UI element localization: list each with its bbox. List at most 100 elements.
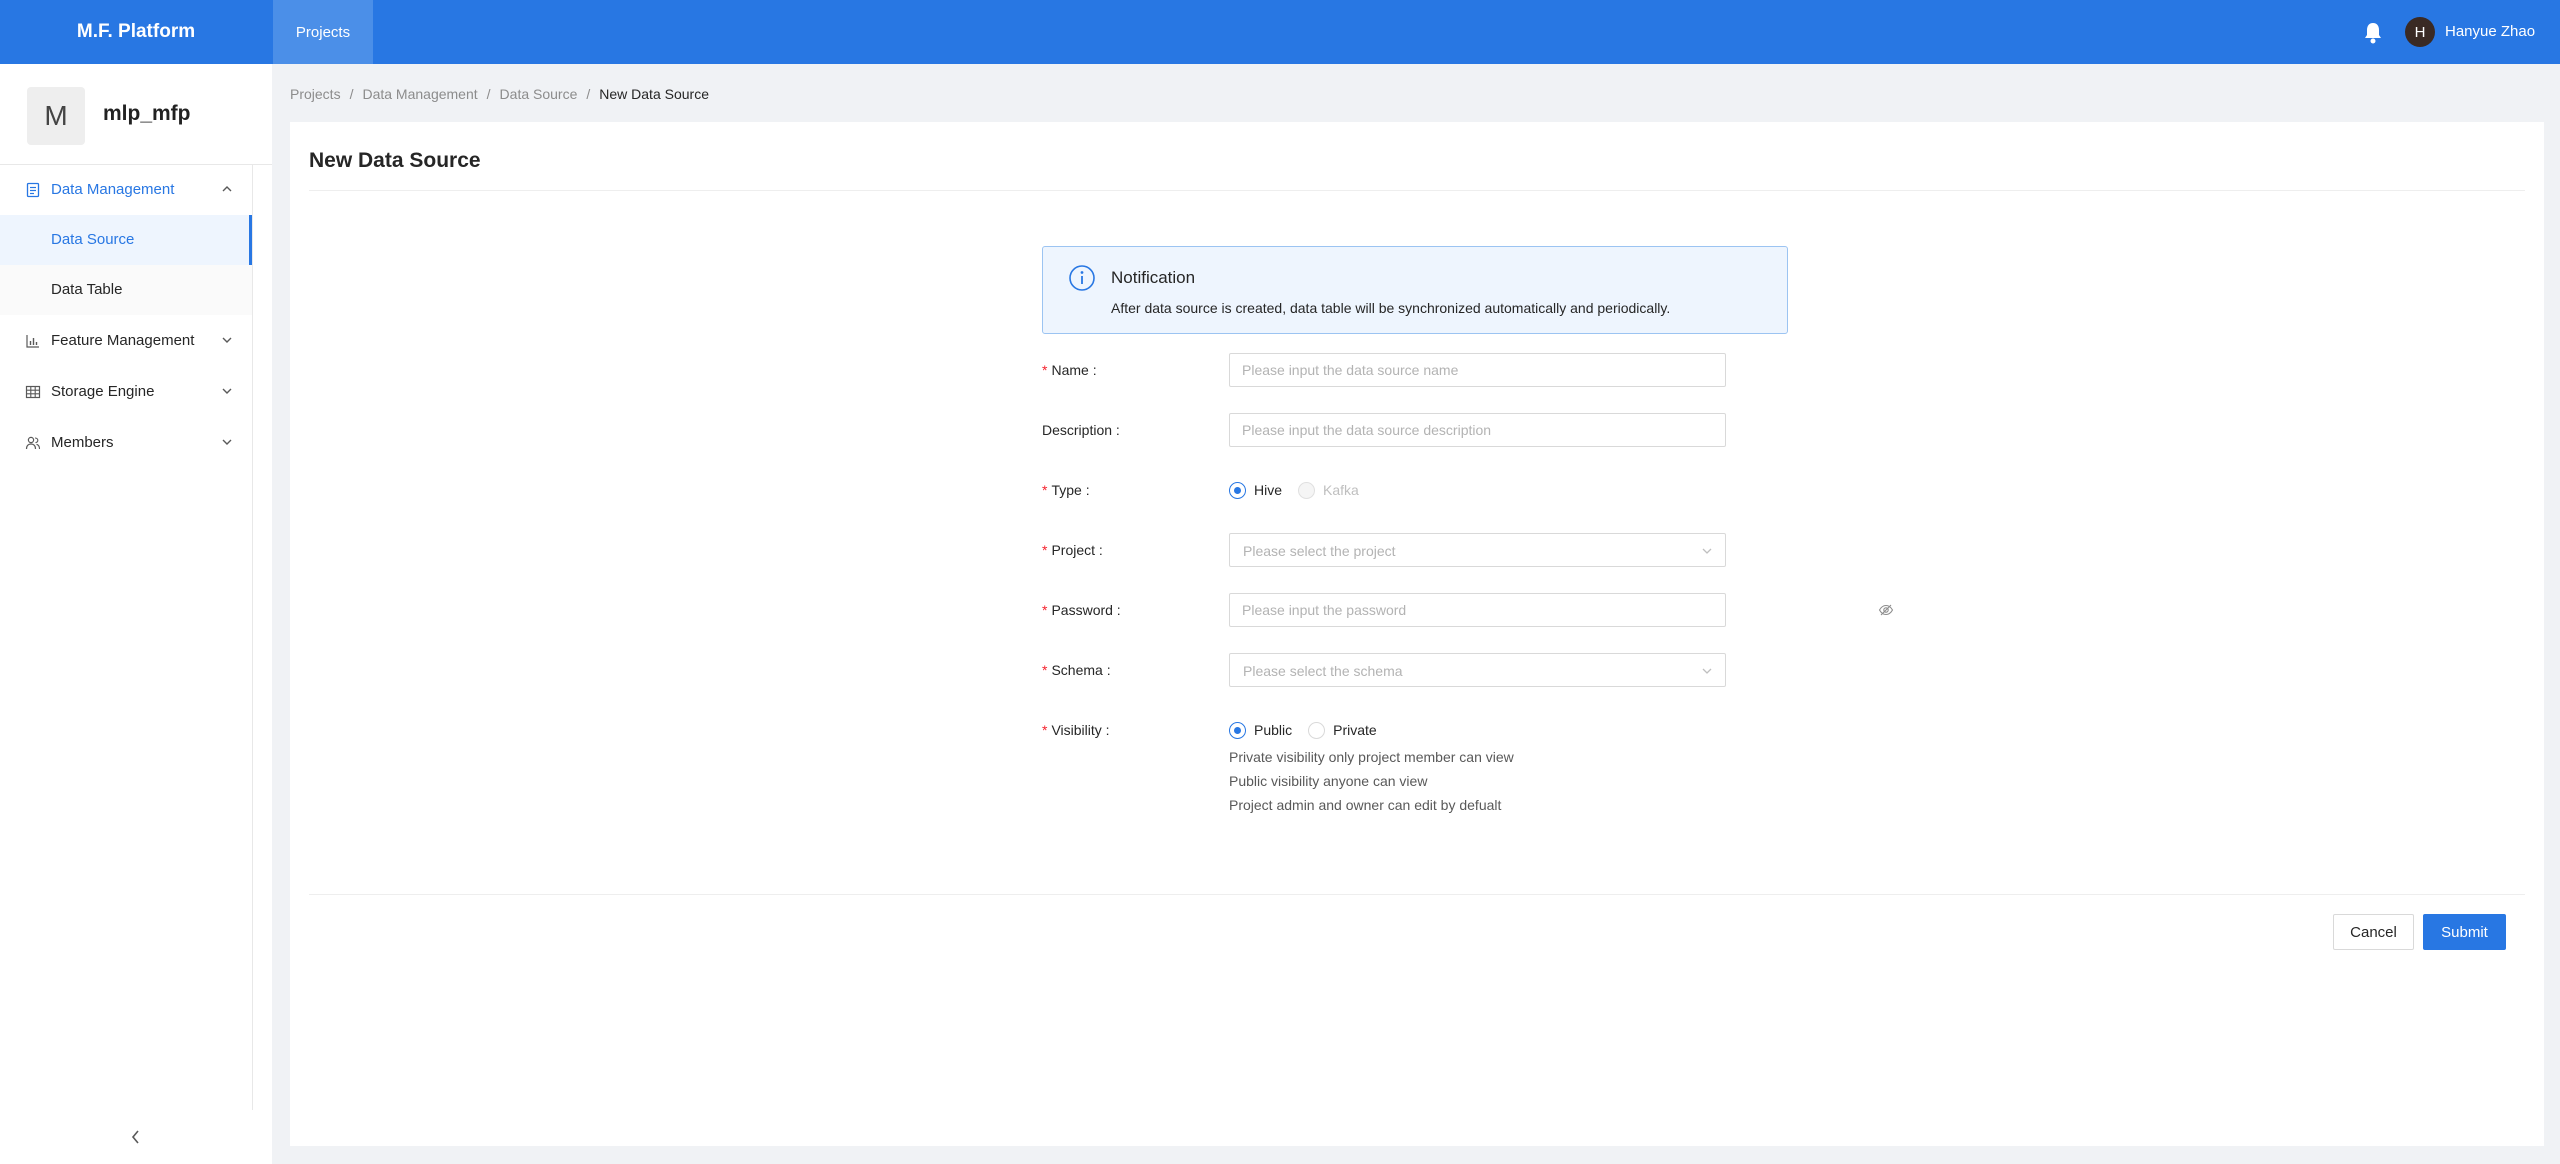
submit-button[interactable]: Submit <box>2423 914 2506 950</box>
sidebar: M mlp_mfp Data Management Data Source Da… <box>0 64 272 1164</box>
radio-dot <box>1229 721 1246 739</box>
visibility-label: * Visibility : <box>1042 721 1110 739</box>
schema-label: * Schema : <box>1042 661 1111 679</box>
chevron-down-icon <box>222 337 232 343</box>
type-label-text: Type : <box>1051 482 1090 498</box>
users-icon <box>25 436 41 450</box>
radio-dot <box>1229 481 1246 499</box>
visibility-help-text: Public visibility anyone can view <box>1229 773 1428 789</box>
main-card: New Data Source Notification After data … <box>290 122 2544 1146</box>
eye-invisible-icon[interactable] <box>1878 602 1894 618</box>
sidebar-item-label: Members <box>51 434 114 451</box>
breadcrumb-projects[interactable]: Projects <box>290 86 341 102</box>
form-row-visibility: * Visibility : Public Private <box>1042 713 1782 747</box>
project-placeholder: Please select the project <box>1243 543 1396 559</box>
breadcrumb-data-management[interactable]: Data Management <box>362 86 477 102</box>
required-mark: * <box>1042 482 1048 498</box>
visibility-radio-private[interactable]: Private <box>1308 721 1377 739</box>
visibility-help-text: Project admin and owner can edit by defu… <box>1229 797 1502 813</box>
type-radio-kafka[interactable]: Kafka <box>1298 481 1359 499</box>
divider <box>309 190 2525 191</box>
sidebar-item-label: Feature Management <box>51 332 195 349</box>
name-label: * Name : <box>1042 361 1097 379</box>
user-name[interactable]: Hanyue Zhao <box>2445 22 2535 42</box>
name-label-text: Name : <box>1051 362 1097 378</box>
radio-label: Private <box>1333 722 1377 738</box>
user-avatar[interactable]: H <box>2405 17 2435 47</box>
schema-label-text: Schema : <box>1051 662 1111 678</box>
sidebar-item-feature-management[interactable]: Feature Management <box>0 316 252 366</box>
collapse-sidebar-icon[interactable] <box>126 1127 146 1147</box>
form-row-password: * Password : <box>1042 593 1894 627</box>
visibility-radio-public[interactable]: Public <box>1229 721 1292 739</box>
project-header: M mlp_mfp <box>0 64 272 165</box>
breadcrumb-separator: / <box>349 86 354 102</box>
required-mark: * <box>1042 662 1048 678</box>
top-bar: M.F. Platform Projects H Hanyue Zhao <box>0 0 2560 64</box>
database-icon <box>26 182 40 198</box>
notification-description: After data source is created, data table… <box>1111 300 1671 316</box>
breadcrumb-data-source[interactable]: Data Source <box>500 86 578 102</box>
project-label-text: Project : <box>1051 542 1103 558</box>
radio-dot <box>1298 481 1316 499</box>
sidebar-item-label: Data Table <box>51 281 123 298</box>
type-label: * Type : <box>1042 481 1090 499</box>
breadcrumb: Projects / Data Management / Data Source / New… <box>290 85 709 103</box>
notification-banner: Notification After data source is create… <box>1042 246 1788 334</box>
sidebar-item-data-source[interactable]: Data Source <box>0 215 252 265</box>
sidebar-item-label: Storage Engine <box>51 383 155 400</box>
visibility-label-text: Visibility : <box>1051 722 1110 738</box>
name-input[interactable] <box>1229 353 1726 387</box>
form-row-name: * Name : <box>1042 353 1782 387</box>
chevron-down-icon <box>1702 548 1712 554</box>
type-radio-hive[interactable]: Hive <box>1229 481 1282 499</box>
sidebar-item-label: Data Source <box>51 231 135 248</box>
nav-projects[interactable]: Projects <box>273 0 373 64</box>
form-row-schema: * Schema : Please select the schema <box>1042 653 1782 687</box>
chevron-down-icon <box>222 439 232 445</box>
notification-title: Notification <box>1111 268 1196 287</box>
brand-logo[interactable]: M.F. Platform <box>0 0 272 64</box>
visibility-help-text: Private visibility only project member c… <box>1229 749 1514 765</box>
schema-placeholder: Please select the schema <box>1243 663 1403 679</box>
table-icon <box>25 385 41 399</box>
project-name: mlp_mfp <box>103 102 191 125</box>
sidebar-item-storage-engine[interactable]: Storage Engine <box>0 367 252 417</box>
project-select[interactable]: Please select the project <box>1229 533 1726 567</box>
radio-label: Kafka <box>1323 482 1359 498</box>
breadcrumb-current: New Data Source <box>599 86 709 102</box>
form-row-project: * Project : Please select the project <box>1042 533 1782 567</box>
chevron-down-icon <box>1702 668 1712 674</box>
sidebar-item-data-management[interactable]: Data Management <box>0 165 252 215</box>
sidebar-item-label: Data Management <box>51 181 175 198</box>
sidebar-divider <box>252 165 253 1110</box>
required-mark: * <box>1042 362 1048 378</box>
radio-label: Public <box>1254 722 1293 738</box>
required-mark: * <box>1042 602 1048 618</box>
radio-label: Hive <box>1254 482 1283 498</box>
password-input[interactable] <box>1229 593 1726 627</box>
form-row-type: * Type : Hive Kafka <box>1042 473 1782 507</box>
bell-icon[interactable] <box>2363 22 2383 44</box>
required-mark: * <box>1042 722 1048 738</box>
description-input[interactable] <box>1229 413 1726 447</box>
password-label-text: Password : <box>1051 602 1121 618</box>
sidebar-item-data-table[interactable]: Data Table <box>0 265 252 315</box>
schema-select[interactable]: Please select the schema <box>1229 653 1726 687</box>
type-radio-group: Hive Kafka <box>1229 481 1375 499</box>
breadcrumb-separator: / <box>586 86 591 102</box>
divider <box>309 894 2525 895</box>
required-mark: * <box>1042 542 1048 558</box>
info-icon <box>1069 265 1095 291</box>
password-label: * Password : <box>1042 601 1121 619</box>
bar-chart-icon <box>26 335 39 348</box>
project-avatar: M <box>27 87 85 145</box>
chevron-up-icon <box>222 186 232 192</box>
cancel-button[interactable]: Cancel <box>2333 914 2414 950</box>
radio-dot <box>1308 721 1326 739</box>
form-row-description: Description : <box>1042 413 1782 447</box>
description-label: Description : <box>1042 422 1120 438</box>
sidebar-item-members[interactable]: Members <box>0 418 252 468</box>
breadcrumb-separator: / <box>486 86 491 102</box>
visibility-radio-group: Public Private <box>1229 721 1393 739</box>
